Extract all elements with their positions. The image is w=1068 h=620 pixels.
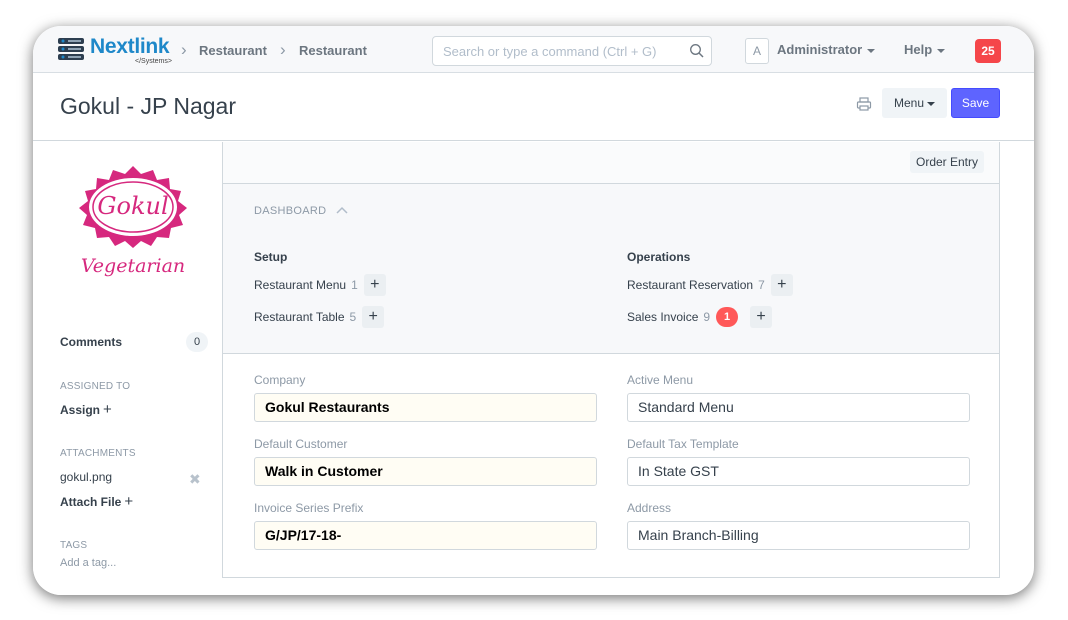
help-label: Help	[904, 42, 933, 57]
default-customer-label: Default Customer	[254, 437, 348, 451]
page-head: Gokul - JP Nagar Menu Save	[33, 74, 1034, 141]
company-label: Company	[254, 373, 306, 387]
add-restaurant-table-button[interactable]: +	[362, 306, 385, 328]
tags-heading: TAGS	[60, 540, 88, 551]
chevron-down-icon	[937, 48, 946, 53]
menu-button[interactable]: Menu	[882, 88, 947, 118]
order-entry-button[interactable]: Order Entry	[909, 151, 984, 173]
invoice-prefix-label: Invoice Series Prefix	[254, 501, 364, 515]
comments-count-badge: 0	[186, 332, 208, 352]
search-input[interactable]	[443, 37, 683, 65]
dashboard-group-setup: Setup	[254, 250, 288, 264]
dashboard-heading[interactable]: DASHBOARD	[254, 205, 326, 217]
chevron-up-icon[interactable]	[336, 206, 348, 214]
notifications-badge[interactable]: 25	[975, 39, 1001, 63]
search-box	[432, 36, 712, 66]
address-label: Address	[627, 501, 672, 515]
plus-icon: +	[124, 493, 134, 510]
link-label[interactable]: Restaurant Table	[254, 310, 345, 324]
logo-text-bottom: Vegetarian	[81, 255, 185, 277]
open-count-badge[interactable]: 1	[716, 307, 739, 327]
breadcrumb-chevron-icon: ›	[280, 40, 286, 59]
invoice-prefix-field[interactable]: G/JP/17-18-	[254, 521, 597, 550]
add-sales-invoice-button[interactable]: +	[750, 306, 773, 328]
gokul-logo-image[interactable]: Gokul Vegetarian	[57, 162, 209, 286]
form-toolbar: Order Entry	[223, 142, 999, 184]
navbar: Nextlink </Systems> › Restaurant › Resta…	[33, 26, 1034, 73]
logo-text-top: Gokul	[97, 192, 168, 220]
attach-file-button[interactable]: Attach File +	[60, 493, 133, 510]
link-label[interactable]: Restaurant Menu	[254, 278, 346, 292]
print-icon[interactable]	[856, 96, 872, 112]
help-dropdown[interactable]: Help	[904, 42, 946, 57]
breadcrumb-chevron-icon: ›	[181, 40, 187, 59]
dashboard-link-restaurant-reservation: Restaurant Reservation 7 +	[627, 274, 793, 296]
form-main: Order Entry DASHBOARD Setup Restaurant M…	[222, 142, 1000, 578]
app-window: Nextlink </Systems> › Restaurant › Resta…	[33, 26, 1034, 595]
link-label[interactable]: Sales Invoice	[627, 310, 698, 324]
user-avatar[interactable]: A	[745, 38, 769, 64]
add-tag-input[interactable]: Add a tag...	[60, 557, 116, 569]
tax-template-field[interactable]: In State GST	[627, 457, 970, 486]
assigned-to-heading: ASSIGNED TO	[60, 381, 131, 392]
save-button[interactable]: Save	[951, 88, 1000, 118]
dashboard-group-operations: Operations	[627, 250, 691, 264]
add-restaurant-menu-button[interactable]: +	[363, 274, 386, 296]
brand-subtitle: </Systems>	[135, 58, 172, 65]
add-restaurant-reservation-button[interactable]: +	[770, 274, 793, 296]
attachments-heading: ATTACHMENTS	[60, 448, 136, 459]
active-menu-field[interactable]: Standard Menu	[627, 393, 970, 422]
active-menu-label: Active Menu	[627, 373, 694, 387]
comments-link[interactable]: Comments	[60, 335, 122, 349]
address-field[interactable]: Main Branch-Billing	[627, 521, 970, 550]
brand-name: Nextlink	[90, 35, 170, 58]
brand-logo-link[interactable]: Nextlink </Systems>	[57, 35, 181, 67]
chevron-down-icon	[927, 101, 936, 106]
user-dropdown[interactable]: Administrator	[777, 42, 876, 57]
link-count: 7	[758, 278, 765, 292]
remove-attachment-icon[interactable]: ✖	[189, 471, 201, 488]
search-icon[interactable]	[689, 43, 705, 59]
page-title: Gokul - JP Nagar	[60, 93, 236, 119]
form-sidebar: Gokul Vegetarian Comments 0 ASSIGNED TO …	[33, 142, 222, 595]
link-label[interactable]: Restaurant Reservation	[627, 278, 753, 292]
server-icon	[58, 38, 84, 60]
chevron-down-icon	[867, 48, 876, 53]
assign-button[interactable]: Assign +	[60, 401, 112, 418]
attach-file-label: Attach File	[60, 495, 122, 509]
user-name: Administrator	[777, 42, 863, 57]
dashboard-section: DASHBOARD Setup Restaurant Menu 1 + Restau…	[223, 184, 999, 354]
link-count: 9	[703, 310, 711, 324]
link-count: 1	[351, 278, 358, 292]
assign-label: Assign	[60, 403, 101, 417]
dashboard-link-restaurant-table: Restaurant Table 5 +	[254, 306, 385, 328]
link-count: 5	[349, 310, 357, 324]
default-customer-field[interactable]: Walk in Customer	[254, 457, 597, 486]
breadcrumb-restaurant-list[interactable]: Restaurant	[299, 43, 367, 58]
attachment-link[interactable]: gokul.png	[60, 470, 112, 484]
company-field[interactable]: Gokul Restaurants	[254, 393, 597, 422]
dashboard-link-sales-invoice: Sales Invoice 9 1 +	[627, 306, 773, 328]
dashboard-link-restaurant-menu: Restaurant Menu 1 +	[254, 274, 386, 296]
tax-template-label: Default Tax Template	[627, 437, 739, 451]
breadcrumb-restaurant-module[interactable]: Restaurant	[199, 43, 267, 58]
plus-icon: +	[103, 401, 112, 418]
menu-button-label: Menu	[893, 96, 925, 110]
